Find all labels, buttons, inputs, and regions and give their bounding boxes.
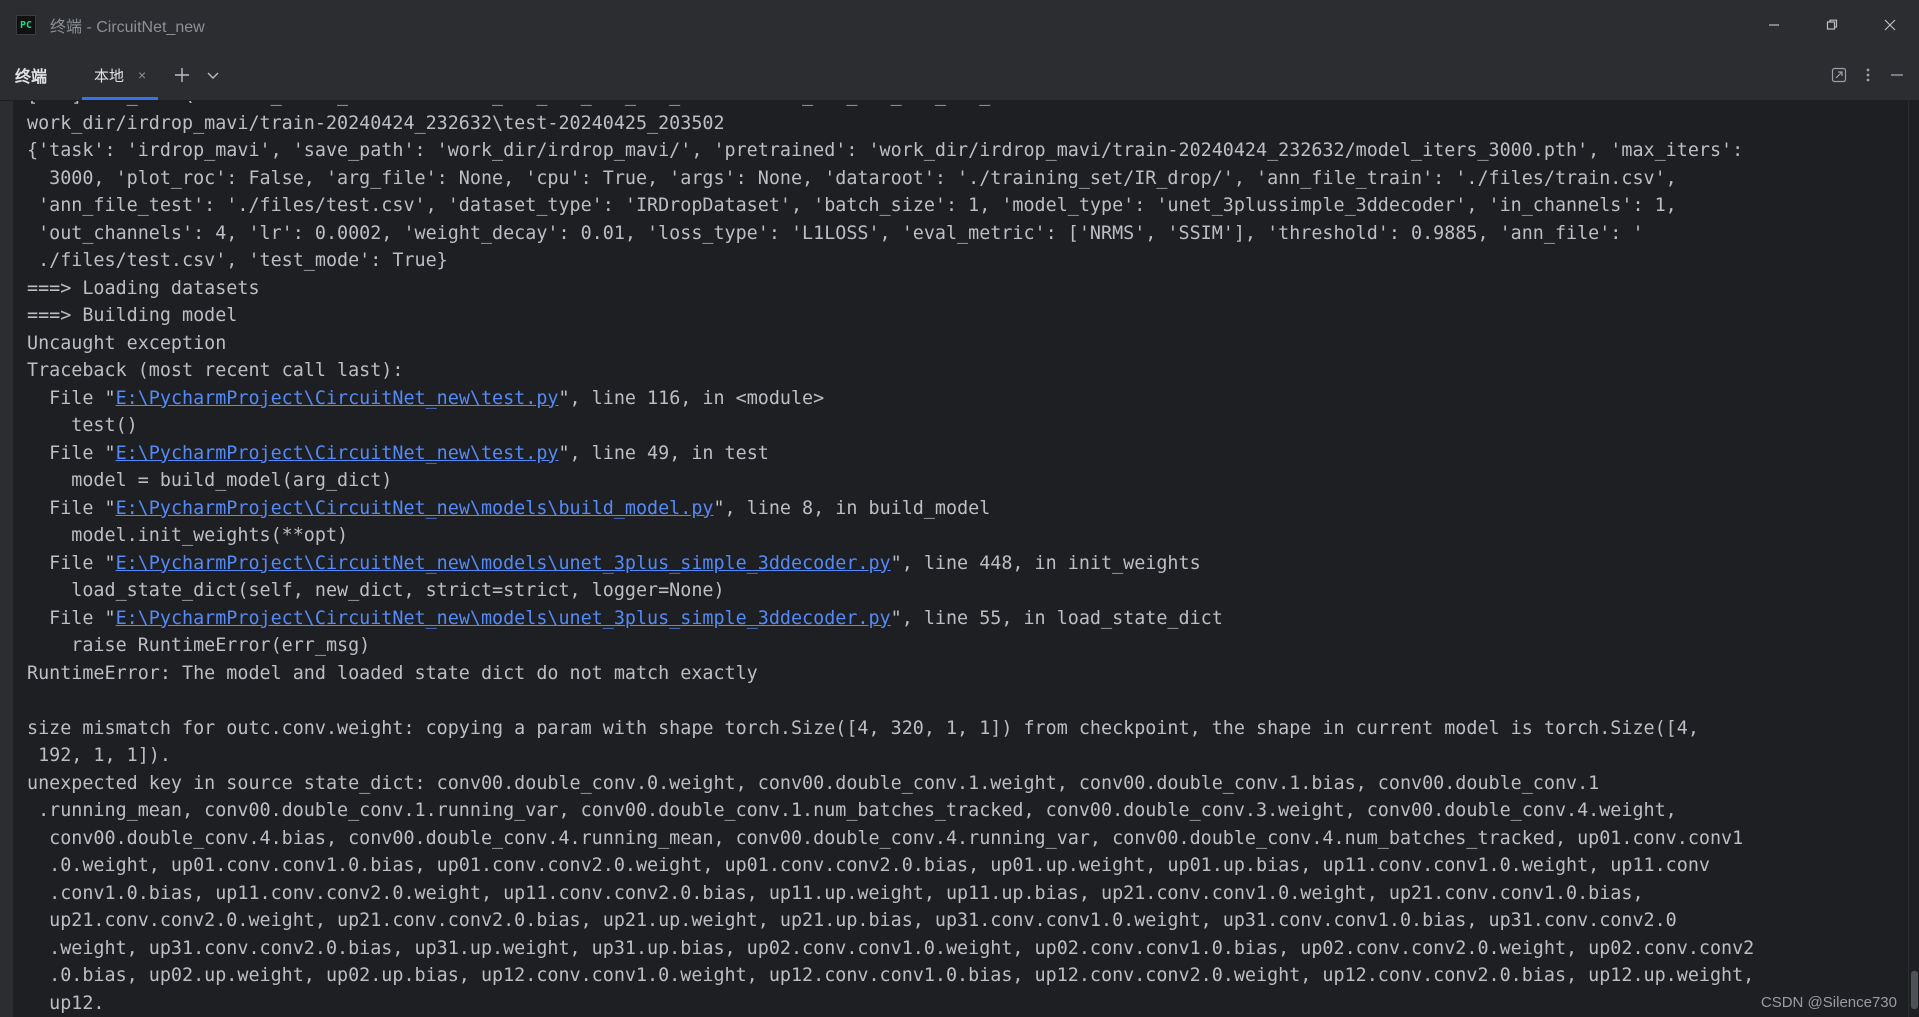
terminal-line: Uncaught exception: [27, 332, 227, 354]
terminal-line-prefix: File ": [27, 497, 116, 519]
expand-icon[interactable]: [1831, 67, 1847, 83]
tab-local[interactable]: 本地 ×: [82, 50, 159, 100]
minimize-icon: [1769, 24, 1779, 26]
watermark: CSDN @Silence730: [1760, 994, 1897, 1011]
title-bar: PC 终端 - CircuitNet_new: [0, 0, 1919, 50]
window-title: 终端 - CircuitNet_new: [50, 19, 205, 36]
terminal-line: load_state_dict(self, new_dict, strict=s…: [27, 580, 725, 601]
terminal-line: 'ann_file_test': './files/test.csv', 'da…: [27, 195, 1677, 216]
file-path-link[interactable]: E:\PycharmProject\CircuitNet_new\test.py: [116, 388, 559, 409]
chevron-down-icon: [207, 72, 219, 79]
new-tab-button[interactable]: [174, 67, 190, 83]
terminal-line: test(): [27, 415, 138, 436]
terminal-line: 'out_channels': 4, 'lr': 0.0002, 'weight…: [27, 222, 1644, 244]
terminal-line: .running_mean, conv00.double_conv.1.runn…: [27, 800, 1677, 821]
terminal-line: .conv1.0.bias, up11.conv.conv2.0.weight,…: [27, 882, 1644, 904]
terminal-line: RuntimeError: The model and loaded state…: [27, 662, 758, 684]
terminal-line-suffix: ", line 448, in init_weights: [890, 552, 1201, 574]
pycharm-logo-icon: PC: [16, 15, 36, 35]
terminal-line: File "E:\PycharmProject\CircuitNet_new\m…: [27, 495, 1754, 523]
scrollbar-thumb[interactable]: [1911, 971, 1918, 1009]
terminal-line: raise RuntimeError(err_msg): [27, 635, 371, 656]
terminal-line: File "E:\PycharmProject\CircuitNet_new\m…: [27, 605, 1754, 633]
window-controls: [1745, 0, 1919, 50]
tab-close-icon[interactable]: ×: [138, 67, 146, 83]
restore-icon: [1826, 19, 1838, 30]
file-path-link[interactable]: E:\PycharmProject\CircuitNet_new\test.py: [116, 443, 559, 464]
terminal-output[interactable]: [...] ..._... \...-..._... 2_... ... ...…: [12, 101, 1908, 1017]
terminal-line: File "E:\PycharmProject\CircuitNet_new\t…: [27, 385, 1754, 413]
terminal-scrollbar[interactable]: [1909, 101, 1919, 1017]
file-path-link[interactable]: E:\PycharmProject\CircuitNet_new\models\…: [116, 498, 714, 519]
terminal-line: up21.conv.conv2.0.weight, up21.conv.conv…: [27, 910, 1677, 931]
terminal-line: work_dir/irdrop_mavi/train-20240424_2326…: [27, 112, 725, 134]
terminal-text: [...] ..._... \...-..._... 2_... ... ...…: [13, 101, 1754, 1017]
terminal-tool-window-header: 终端 本地 ×: [0, 50, 1919, 101]
terminal-line: ===> Loading datasets: [27, 277, 260, 299]
terminal-line: [...] ..._... \...-..._... 2_... ... ...…: [27, 101, 1754, 110]
terminal-line: .0.weight, up01.conv.conv1.0.bias, up01.…: [27, 855, 1710, 876]
close-icon: [1884, 19, 1896, 31]
restore-button[interactable]: [1803, 0, 1861, 50]
terminal-line: .weight, up31.conv.conv2.0.bias, up31.up…: [27, 937, 1755, 959]
file-path-link[interactable]: E:\PycharmProject\CircuitNet_new\models\…: [116, 608, 891, 629]
terminal-line: .0.bias, up02.up.weight, up02.up.bias, u…: [27, 965, 1755, 986]
tab-options-button[interactable]: [206, 68, 220, 82]
terminal-line: File "E:\PycharmProject\CircuitNet_new\m…: [27, 550, 1754, 578]
minimize-button[interactable]: [1745, 0, 1803, 50]
terminal-line: Traceback (most recent call last):: [27, 360, 404, 381]
close-window-button[interactable]: [1861, 0, 1919, 50]
file-path-link[interactable]: E:\PycharmProject\CircuitNet_new\models\…: [116, 553, 891, 574]
terminal-line-prefix: File ": [27, 607, 116, 629]
terminal-line-suffix: ", line 8, in build_model: [713, 497, 991, 519]
tab-label: 本地: [94, 67, 125, 85]
terminal-line-prefix: File ": [27, 387, 116, 409]
tool-window-actions: [1831, 50, 1905, 100]
terminal-line: ./files/test.csv', 'test_mode': True}: [27, 250, 448, 271]
terminal-line: model.init_weights(**opt): [27, 525, 349, 546]
terminal-line-prefix: File ": [27, 552, 116, 574]
terminal-panel-title: 终端: [15, 69, 48, 86]
terminal-line: size mismatch for outc.conv.weight: copy…: [27, 717, 1699, 739]
plus-icon: [175, 68, 190, 82]
terminal-line-prefix: File ": [27, 442, 116, 464]
terminal-line: unexpected key in source state_dict: con…: [27, 772, 1600, 794]
terminal-line: model = build_model(arg_dict): [27, 470, 393, 491]
terminal-line: File "E:\PycharmProject\CircuitNet_new\t…: [27, 440, 1754, 468]
terminal-line: ===> Building model: [27, 305, 238, 326]
terminal-line-suffix: ", line 49, in test: [558, 442, 769, 464]
hide-icon[interactable]: [1889, 67, 1905, 83]
terminal-line: 3000, 'plot_roc': False, 'arg_file': Non…: [27, 167, 1677, 189]
more-icon[interactable]: [1865, 67, 1871, 83]
terminal-line: up12.: [27, 992, 105, 1014]
terminal-line: 192, 1, 1]).: [27, 745, 171, 766]
terminal-line-suffix: ", line 116, in <module>: [558, 387, 825, 409]
terminal-line: {'task': 'irdrop_mavi', 'save_path': 'wo…: [27, 140, 1744, 161]
terminal-line-suffix: ", line 55, in load_state_dict: [890, 607, 1223, 629]
terminal-line: conv00.double_conv.4.bias, conv00.double…: [27, 827, 1744, 849]
